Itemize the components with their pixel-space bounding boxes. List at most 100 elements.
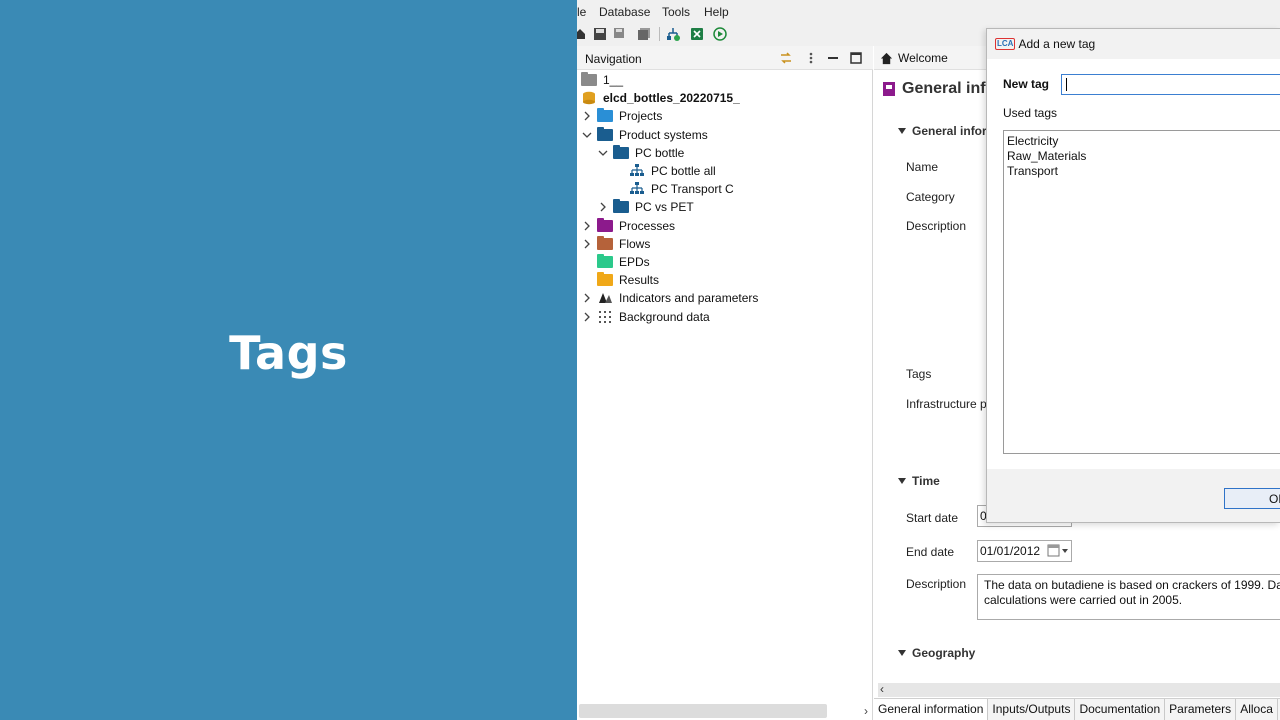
- link-editor-icon[interactable]: [779, 51, 793, 65]
- text-caret: [1066, 78, 1067, 91]
- folder-icon: [597, 272, 613, 287]
- chevron-spacer: [581, 274, 593, 286]
- section-general-information[interactable]: General infor: [898, 124, 987, 138]
- used-tag-item[interactable]: Raw_Materials: [1007, 149, 1280, 164]
- chevron-spacer: [581, 256, 593, 268]
- menu-file[interactable]: le: [577, 5, 586, 19]
- tree-item[interactable]: Indicators and parameters: [581, 289, 758, 307]
- tree-item-label: 1__: [603, 73, 624, 87]
- chevron-right-icon[interactable]: [581, 110, 593, 122]
- tree-item[interactable]: Flows: [581, 235, 650, 253]
- tree-item[interactable]: PC bottle: [597, 144, 684, 162]
- folder-icon: [597, 235, 613, 250]
- tree-item[interactable]: Product systems: [581, 126, 708, 144]
- new-tag-label: New tag: [1003, 77, 1050, 91]
- toolbar-separator: [659, 27, 660, 41]
- field-end-date-label: End date: [906, 545, 955, 559]
- navigation-scrollbar[interactable]: [579, 704, 827, 718]
- minimize-icon[interactable]: [826, 51, 840, 65]
- dialog-title-bar: LCA Add a new tag: [995, 37, 1095, 51]
- field-start-date-label: Start date: [906, 511, 959, 525]
- tree-item-label: Background data: [619, 309, 710, 324]
- section-general-label: General infor: [912, 124, 987, 138]
- end-date-input[interactable]: 01/01/2012: [977, 540, 1072, 562]
- chevron-right-icon[interactable]: [581, 311, 593, 323]
- tab-general-information[interactable]: General information: [874, 699, 989, 720]
- tab-parameters[interactable]: Parameters: [1165, 699, 1237, 720]
- folder-icon: [597, 108, 613, 123]
- used-tag-item[interactable]: Transport: [1007, 164, 1280, 179]
- new-tag-input[interactable]: [1061, 74, 1280, 95]
- field-infrastructure-label: Infrastructure p: [906, 397, 987, 411]
- tree-item-label: Results: [619, 273, 660, 288]
- process-icon: [883, 82, 895, 96]
- editor-heading: General inf: [882, 80, 986, 98]
- tab-inputs-outputs[interactable]: Inputs/Outputs: [988, 699, 1076, 720]
- run-icon[interactable]: [713, 27, 727, 41]
- add-tag-dialog: LCA Add a new tag New tag Used tags Elec…: [986, 28, 1280, 523]
- chevron-right-icon[interactable]: [597, 201, 609, 213]
- tree-item[interactable]: PC bottle all: [613, 162, 716, 180]
- scroll-right-icon[interactable]: ›: [864, 704, 868, 718]
- save-as-icon[interactable]: [613, 27, 627, 41]
- tab-documentation[interactable]: Documentation: [1075, 699, 1166, 720]
- product-system-icon: [630, 164, 644, 176]
- used-tag-item[interactable]: Electricity: [1007, 134, 1280, 149]
- menu-database[interactable]: Database: [599, 5, 650, 19]
- folder-icon: [613, 199, 629, 214]
- dialog-title: Add a new tag: [1018, 37, 1096, 51]
- view-menu-icon[interactable]: [804, 51, 818, 65]
- scroll-left-icon[interactable]: ‹: [880, 682, 884, 696]
- navigation-header: Navigation: [577, 46, 873, 70]
- excel-icon[interactable]: [690, 27, 704, 41]
- tree-item[interactable]: PC vs PET: [597, 198, 694, 216]
- time-description-line-1: The data on butadiene is based on cracke…: [984, 578, 1280, 592]
- end-date-value: 01/01/2012: [980, 544, 1041, 558]
- tree-item[interactable]: elcd_bottles_20220715_: [581, 89, 740, 107]
- editor-hscrollbar[interactable]: ‹: [878, 682, 1280, 697]
- section-geography[interactable]: Geography: [898, 646, 975, 660]
- new-product-system-icon[interactable]: [666, 27, 680, 41]
- tree-item-label: EPDs: [619, 255, 650, 269]
- maximize-icon[interactable]: [849, 51, 863, 65]
- tree-item[interactable]: Processes: [581, 217, 675, 235]
- time-description-line-2: calculations were carried out in 2005.: [984, 593, 1183, 607]
- tab-allocation[interactable]: Alloca: [1236, 699, 1278, 720]
- tree-item-label: PC Transport C: [651, 182, 734, 197]
- menu-help[interactable]: Help: [704, 5, 729, 19]
- chevron-right-icon[interactable]: [581, 220, 593, 232]
- tree-item-label: PC bottle all: [651, 164, 716, 178]
- chevron-down-icon[interactable]: [597, 147, 609, 159]
- tree-item[interactable]: Projects: [581, 107, 662, 125]
- menu-tools[interactable]: Tools: [662, 5, 690, 19]
- save-all-icon[interactable]: [637, 27, 651, 41]
- tree-item-label: Indicators and parameters: [619, 291, 759, 306]
- field-tags-label: Tags: [906, 367, 932, 381]
- home-icon[interactable]: [577, 27, 587, 41]
- folder-icon: [597, 217, 613, 232]
- tree-item[interactable]: EPDs: [581, 253, 650, 271]
- tree-item-label: Projects: [619, 109, 663, 124]
- chevron-right-icon[interactable]: [581, 292, 593, 304]
- save-icon[interactable]: [593, 27, 607, 41]
- tree-item[interactable]: PC Transport C: [613, 180, 734, 198]
- used-tags-list[interactable]: Electricity Raw_Materials Transport: [1003, 130, 1280, 454]
- field-description-label: Description: [906, 219, 967, 233]
- database-icon: [583, 91, 595, 105]
- calendar-dropdown-icon[interactable]: [1047, 544, 1069, 558]
- folder-icon: [581, 72, 597, 86]
- chevron-right-icon[interactable]: [581, 238, 593, 250]
- tree-item[interactable]: Results: [581, 271, 659, 289]
- tree-item-label: Product systems: [619, 127, 708, 142]
- ok-button[interactable]: OK: [1224, 488, 1280, 509]
- chevron-down-icon[interactable]: [581, 129, 593, 141]
- tree-item-label: Processes: [619, 218, 676, 233]
- time-description-text[interactable]: The data on butadiene is based on cracke…: [977, 574, 1280, 620]
- tree-item[interactable]: 1__: [581, 71, 623, 89]
- menubar: le Database Tools Help: [577, 0, 1280, 22]
- field-name-label: Name: [906, 160, 939, 174]
- section-time[interactable]: Time: [898, 474, 940, 488]
- tree-item-label: PC bottle: [635, 145, 685, 160]
- tab-welcome[interactable]: Welcome: [880, 51, 948, 65]
- tree-item[interactable]: Background data: [581, 308, 710, 326]
